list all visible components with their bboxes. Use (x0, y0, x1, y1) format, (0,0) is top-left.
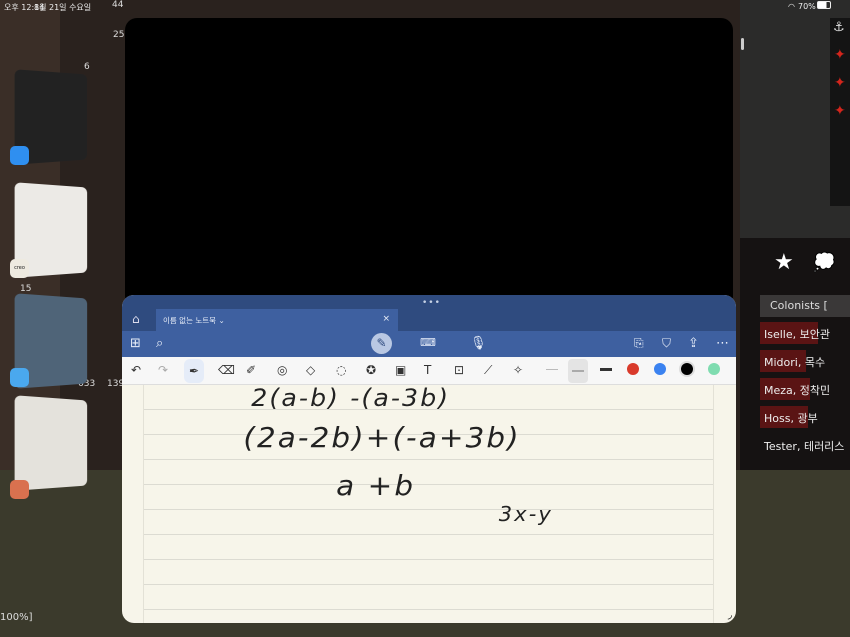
claude-icon[interactable] (10, 480, 29, 499)
colonist-row[interactable]: Meza, 정착민 (760, 378, 834, 400)
add-page-icon[interactable]: ⎘ (634, 336, 644, 351)
laser-pointer-icon[interactable]: ✧ (513, 363, 523, 377)
wifi-icon: ◠ (788, 2, 795, 11)
notebook-window: ••• ⌂ 이름 없는 노트북 ⌄ × ⊞ ⌕ ✎ ⌨ 🎙 ⎘ ⛉ ⇪ ⋯ ↶ … (122, 295, 736, 623)
colonist-row[interactable]: Tester, 테러리스 (760, 434, 848, 456)
resource-count: 25 (113, 30, 125, 40)
resource-count: 6 (84, 62, 90, 72)
home-icon[interactable]: ⌂ (132, 312, 140, 326)
resource-count: 15 (20, 284, 32, 294)
window-resize-handle[interactable] (741, 38, 744, 50)
color-black-selected[interactable] (681, 363, 693, 375)
close-tab-icon[interactable]: × (382, 314, 390, 324)
alert-icon[interactable]: ✦ (834, 103, 846, 119)
microphone-icon[interactable]: 🎙 (470, 336, 487, 351)
colonist-name: Meza, 정착민 (764, 384, 831, 397)
pen-mode-icon[interactable]: ✎ (371, 333, 392, 354)
colonist-name: Midori, 목수 (764, 356, 826, 369)
more-icon[interactable]: ⋯ (716, 336, 729, 351)
status-battery: 70% (798, 2, 816, 11)
grid-icon[interactable]: ⊞ (130, 336, 141, 351)
highlighter-icon[interactable]: ✐ (246, 363, 256, 377)
image-search-icon[interactable]: ⊡ (454, 363, 464, 377)
main-toolbar: ⊞ ⌕ ✎ ⌨ 🎙 ⎘ ⛉ ⇪ ⋯ (122, 331, 736, 357)
redo-icon[interactable]: ↷ (158, 363, 168, 377)
color-green[interactable] (708, 363, 720, 375)
safari-icon[interactable] (10, 146, 29, 165)
handwriting-line: a +b (336, 469, 416, 502)
resource-count: 44 (112, 0, 124, 10)
alert-icon[interactable]: ✦ (834, 47, 846, 63)
star-icon[interactable]: ★ (774, 250, 794, 275)
thin-stroke-option[interactable] (546, 369, 558, 370)
chevron-down-icon[interactable]: ⌄ (218, 316, 224, 325)
undo-icon[interactable]: ↶ (131, 363, 141, 377)
sticker-icon[interactable]: ✪ (366, 363, 376, 377)
lasso-shape-icon[interactable]: ◎ (277, 363, 287, 377)
thick-stroke-option[interactable] (600, 368, 612, 371)
tab-bar: ••• ⌂ 이름 없는 노트북 ⌄ × (122, 295, 736, 331)
colonists-header[interactable]: Colonists [ (760, 295, 850, 317)
colonist-row[interactable]: Midori, 목수 (760, 350, 829, 372)
handwriting-line: 2(a-b) -(a-3b) (251, 384, 451, 412)
colonist-row[interactable]: Hoss, 광부 (760, 406, 822, 428)
note-page[interactable]: 2(a-b) -(a-3b) (2a-2b)+(-a+3b) a +b 3x-y (143, 384, 714, 623)
shapes-icon[interactable]: ◇ (306, 363, 315, 377)
colonist-name: Hoss, 광부 (764, 412, 818, 425)
stage-app-claude[interactable] (14, 395, 88, 491)
colonist-name: Iselle, 보안관 (764, 328, 830, 341)
keyboard-icon[interactable]: ⌨ (420, 336, 436, 349)
pen-toolbar: ↶ ↷ ✒ ⌫ ✐ ◎ ◇ ◌ ✪ ▣ T ⊡ ⟋ ✧ (122, 357, 736, 385)
weather-icon[interactable] (10, 368, 29, 387)
image-icon[interactable]: ▣ (395, 363, 406, 377)
colonist-row[interactable]: Iselle, 보안관 (760, 322, 834, 344)
handwriting-line: (2a-2b)+(-a+3b) (243, 421, 521, 454)
color-blue[interactable] (654, 363, 666, 375)
game-alerts-panel: ⚓ ✦ ✦ ✦ (830, 18, 850, 206)
colonists-panel: ★ 💭 Colonists [ Iselle, 보안관 Midori, 목수 M… (740, 238, 850, 470)
text-icon[interactable]: T (424, 363, 431, 377)
search-icon[interactable]: ⌕ (156, 336, 163, 351)
status-date: 8월 21일 수요일 (34, 3, 92, 12)
color-red[interactable] (627, 363, 639, 375)
lasso-icon[interactable]: ◌ (336, 363, 346, 377)
black-app-window[interactable] (125, 18, 733, 308)
zoom-label: 100%] (0, 612, 33, 623)
chat-bubble-icon[interactable]: 💭 (813, 252, 835, 273)
ruler-icon[interactable]: ⟋ (484, 363, 492, 378)
bookmark-icon[interactable]: ⛉ (662, 336, 671, 351)
window-menu-dots[interactable]: ••• (422, 298, 441, 308)
colonist-name: Tester, 테러리스 (764, 440, 845, 453)
battery-icon (817, 1, 831, 9)
medium-stroke-option[interactable] (568, 359, 588, 383)
creo-icon[interactable]: creo (10, 259, 29, 278)
alert-icon[interactable]: ✦ (834, 75, 846, 91)
eraser-icon[interactable]: ⌫ (218, 363, 235, 377)
resize-corner-icon[interactable]: ◞ (728, 608, 732, 621)
pen-icon[interactable]: ✒ (184, 359, 204, 383)
handwriting-line: 3x-y (498, 502, 553, 526)
tab-title: 이름 없는 노트북 (163, 316, 217, 325)
share-icon[interactable]: ⇪ (688, 336, 699, 351)
tab-notebook[interactable]: 이름 없는 노트북 ⌄ × (156, 309, 398, 331)
anchor-icon[interactable]: ⚓ (833, 20, 847, 35)
